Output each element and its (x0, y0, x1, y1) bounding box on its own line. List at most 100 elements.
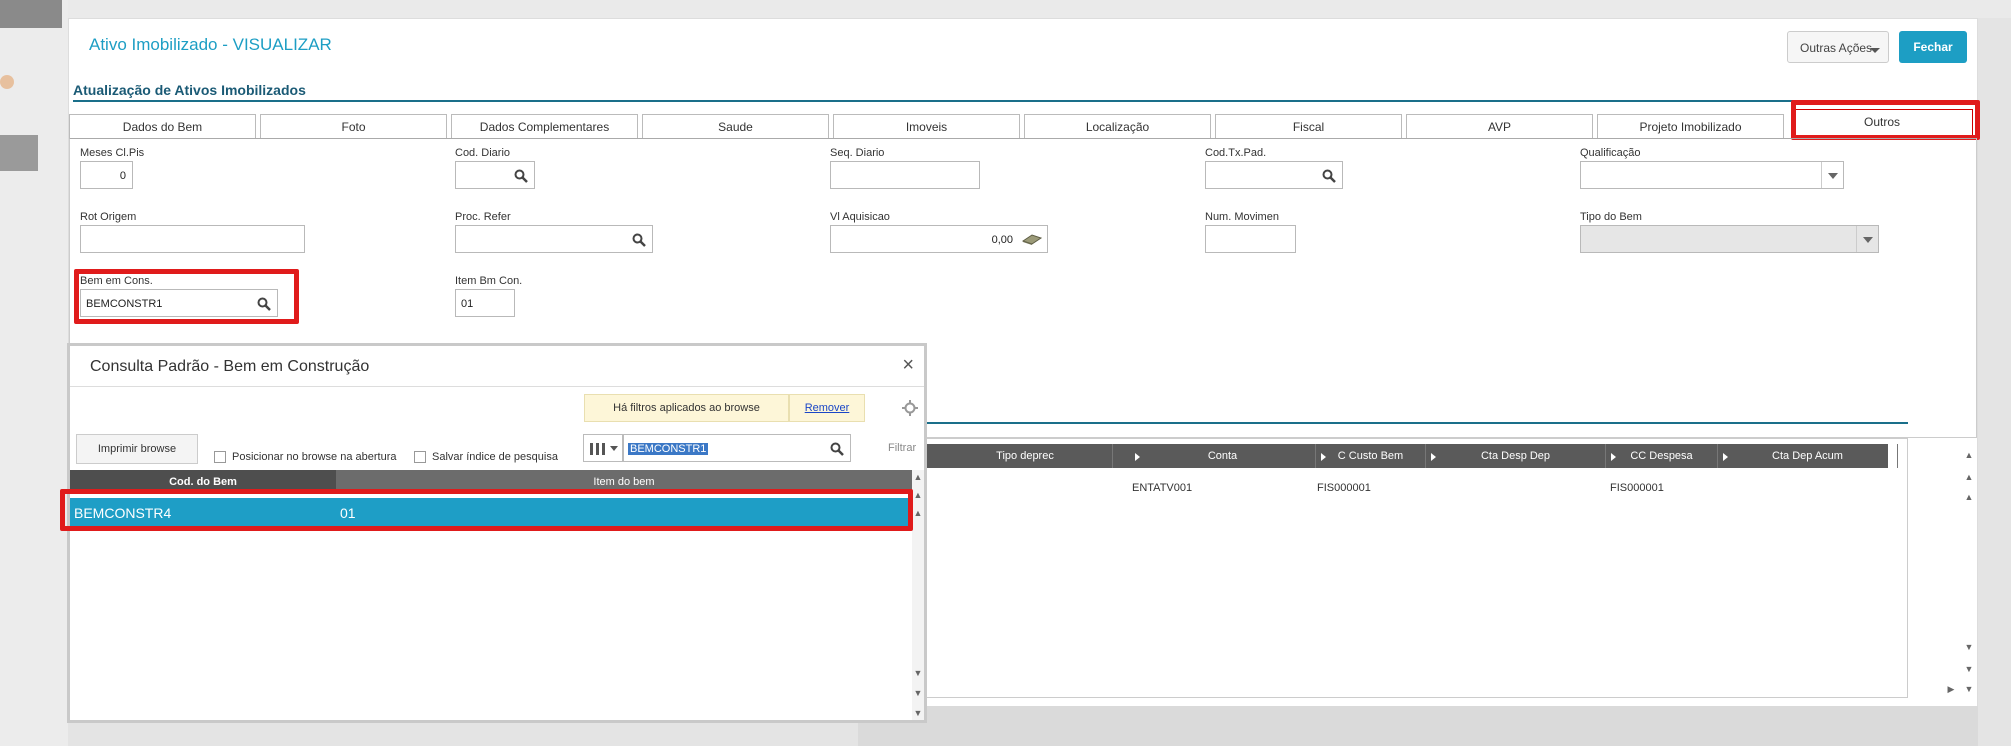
num-movimen-input[interactable] (1205, 225, 1296, 253)
cod-diario-input[interactable] (455, 161, 535, 189)
top-bar (68, 0, 2011, 18)
meses-cl-pis-input[interactable]: 0 (80, 161, 133, 189)
tab-dados-do-bem[interactable]: Dados do Bem (69, 114, 256, 138)
highlight-box-browse-row (60, 489, 913, 531)
chevron-down-icon (610, 446, 618, 451)
grid-cell-c-custo-bem[interactable]: FIS000001 (1317, 482, 1371, 494)
grid-col-cta-dep-acum[interactable]: Cta Dep Acum (1718, 444, 1898, 468)
dialog-divider (70, 386, 924, 387)
rot-origem-label: Rot Origem (80, 211, 137, 223)
proc-refer-input[interactable] (455, 225, 653, 253)
tab-foto[interactable]: Foto (260, 114, 447, 138)
scroll-down-icon[interactable]: ▼ (1962, 682, 1976, 696)
item-bm-con-label: Item Bm Con. (455, 275, 523, 287)
imprimir-browse-button[interactable]: Imprimir browse (76, 434, 198, 464)
sort-icon (1611, 453, 1616, 461)
data-grid (858, 438, 1908, 698)
search-input[interactable]: BEMCONSTR1 (623, 434, 851, 462)
outras-acoes-label: Outras Ações (1800, 41, 1873, 55)
tab-dados-complementares[interactable]: Dados Complementares (451, 114, 638, 138)
highlight-box-outros (1791, 100, 1980, 140)
chevron-down-icon[interactable] (1821, 162, 1843, 188)
scroll-up-icon[interactable]: ▲ (911, 506, 925, 520)
seq-diario-label: Seq. Diario (830, 147, 885, 159)
scroll-up-icon[interactable]: ▲ (1962, 470, 1976, 484)
sidebar-icon[interactable] (0, 75, 14, 89)
remover-link[interactable]: Remover (789, 394, 865, 422)
salvar-indice-label: Salvar índice de pesquisa (432, 451, 558, 463)
close-icon[interactable]: × (902, 354, 914, 377)
calculator-icon[interactable] (1021, 232, 1043, 246)
scroll-right-icon[interactable]: ▶ (1944, 682, 1958, 696)
cod-tx-pad-input[interactable] (1205, 161, 1343, 189)
num-movimen-label: Num. Movimen (1205, 211, 1279, 223)
qualificacao-select[interactable] (1580, 161, 1844, 189)
index-select[interactable] (583, 434, 623, 462)
scroll-down-icon[interactable]: ▼ (1962, 662, 1976, 676)
tab-avp[interactable]: AVP (1406, 114, 1593, 138)
sidebar-block (0, 0, 62, 28)
bottom-bar (858, 706, 1978, 746)
rot-origem-input[interactable] (80, 225, 305, 253)
cod-tx-pad-label: Cod.Tx.Pad. (1205, 147, 1267, 159)
filter-notice: Há filtros aplicados ao browse (584, 394, 789, 422)
filtrar-button[interactable]: Filtrar (888, 442, 916, 454)
sort-icon (1135, 453, 1140, 461)
tab-imoveis[interactable]: Imoveis (833, 114, 1020, 138)
tipo-do-bem-select[interactable] (1580, 225, 1879, 253)
grid-cell-conta[interactable]: ENTATV001 (1132, 482, 1192, 494)
scroll-down-icon[interactable]: ▼ (911, 706, 925, 720)
tipo-do-bem-label: Tipo do Bem (1580, 211, 1642, 223)
section-title: Atualização de Ativos Imobilizados (73, 82, 306, 98)
item-bm-con-input[interactable]: 01 (455, 289, 515, 317)
search-icon[interactable] (1322, 169, 1336, 183)
cod-diario-label: Cod. Diario (455, 147, 511, 159)
scroll-up-icon[interactable]: ▲ (911, 470, 925, 484)
grid-col-tipo-deprec[interactable]: Tipo deprec (938, 444, 1113, 468)
grid-col-label: Tipo deprec (996, 450, 1054, 462)
tab-projeto-imobilizado[interactable]: Projeto Imobilizado (1597, 114, 1784, 138)
posicionar-checkbox[interactable] (214, 451, 226, 463)
scroll-up-icon[interactable]: ▲ (911, 488, 925, 502)
page-title: Ativo Imobilizado - VISUALIZAR (89, 35, 332, 54)
tab-fiscal[interactable]: Fiscal (1215, 114, 1402, 138)
search-icon[interactable] (632, 233, 646, 247)
posicionar-label: Posicionar no browse na abertura (232, 451, 397, 463)
highlight-box-bem-em-cons (74, 269, 299, 324)
chevron-down-icon[interactable] (1856, 226, 1878, 252)
grid-col-cta-desp-dep[interactable]: Cta Desp Dep (1426, 444, 1606, 468)
scroll-down-icon[interactable]: ▼ (1962, 640, 1976, 654)
browse-scrollbar[interactable]: ▲ ▲ ▲ ▼ ▼ ▼ (912, 470, 924, 720)
seq-diario-input[interactable] (830, 161, 980, 189)
section-divider (73, 100, 1977, 102)
outras-acoes-button[interactable]: Outras Ações (1787, 31, 1889, 63)
scroll-up-icon[interactable]: ▲ (1962, 448, 1976, 462)
consulta-padrao-dialog: Consulta Padrão - Bem em Construção × Há… (67, 343, 927, 723)
salvar-indice-checkbox[interactable] (414, 451, 426, 463)
grid-col-conta[interactable]: Conta (1130, 444, 1316, 468)
grid-header: Tipo deprec Conta C Custo Bem Cta Desp D… (858, 444, 1898, 468)
fechar-button[interactable]: Fechar (1899, 31, 1967, 63)
grid-divider (760, 422, 1908, 424)
search-icon[interactable] (514, 169, 528, 183)
columns-icon (590, 443, 605, 455)
grid-col-label: Cta Dep Acum (1772, 450, 1843, 462)
item-bm-con-value: 01 (461, 298, 474, 310)
tab-localizacao[interactable]: Localização (1024, 114, 1211, 138)
scroll-down-icon[interactable]: ▼ (911, 666, 925, 680)
gear-icon[interactable] (902, 400, 918, 416)
proc-refer-label: Proc. Refer (455, 211, 511, 223)
grid-cell-cc-despesa[interactable]: FIS000001 (1610, 482, 1664, 494)
tab-saude[interactable]: Saude (642, 114, 829, 138)
grid-col-label: Cta Desp Dep (1480, 450, 1551, 462)
grid-col-c-custo-bem[interactable]: C Custo Bem (1316, 444, 1426, 468)
sidebar-block[interactable] (0, 135, 38, 171)
qualificacao-label: Qualificação (1580, 147, 1641, 159)
vl-aquisicao-input[interactable]: 0,00 (830, 225, 1048, 253)
chevron-down-icon (1870, 48, 1880, 53)
scroll-up-icon[interactable]: ▲ (1962, 490, 1976, 504)
grid-col-cc-despesa[interactable]: CC Despesa (1606, 444, 1718, 468)
scroll-down-icon[interactable]: ▼ (911, 686, 925, 700)
dialog-title: Consulta Padrão - Bem em Construção (90, 358, 370, 375)
search-icon[interactable] (830, 442, 844, 456)
